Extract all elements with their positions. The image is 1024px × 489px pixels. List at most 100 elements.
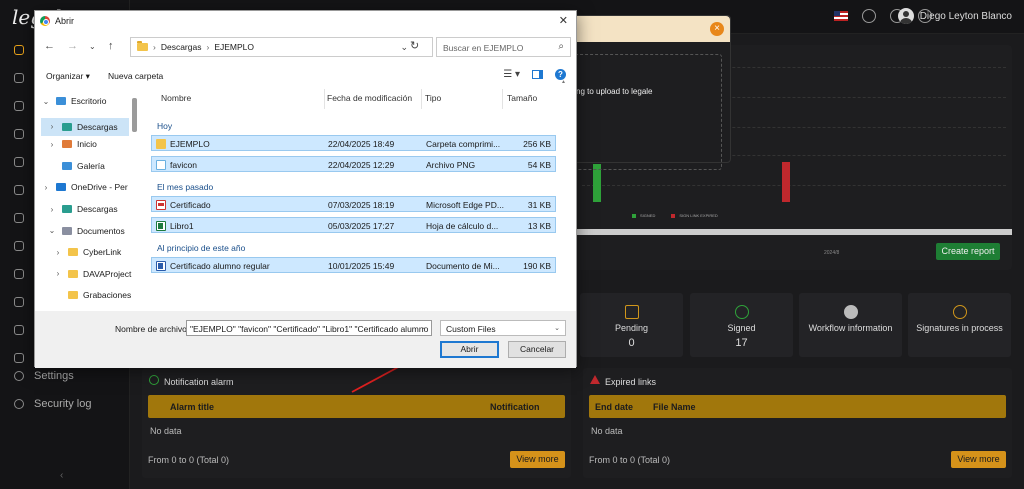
open-button[interactable]: Abrir (440, 341, 499, 358)
collapse-sidebar-icon[interactable]: ‹ (60, 470, 63, 481)
nav-tree-label: Descargas (77, 204, 118, 214)
close-icon[interactable]: × (710, 22, 724, 36)
column-header-name[interactable]: Nombre (161, 93, 191, 103)
nav-tree-item[interactable]: Galería (47, 161, 105, 171)
scrollbar-thumb[interactable] (132, 98, 137, 132)
up-arrow-icon[interactable]: ↑ (108, 40, 114, 52)
search-input[interactable]: Buscar en EJEMPLO ⌕ (436, 37, 571, 57)
stat-card-pending[interactable]: Pending 0 (580, 293, 683, 357)
stat-card-signed[interactable]: Signed 17 (690, 293, 793, 357)
forward-icon[interactable]: → (67, 40, 78, 52)
sidebar-item-settings[interactable]: Settings (14, 370, 74, 382)
file-date: 22/04/2025 18:49 (328, 139, 395, 149)
nav-tree-label: OneDrive - Per (71, 182, 128, 193)
pagination-info: From 0 to 0 (Total 0) (589, 455, 671, 465)
chevron-icon[interactable]: ⌄ (41, 97, 51, 106)
file-row[interactable]: Libro1 05/03/2025 17:27 Hoja de cálculo d.… (151, 217, 556, 233)
stat-label: Workflow information (808, 323, 893, 333)
filename-input[interactable]: "EJEMPLO" "favicon" "Certificado" "Libro… (186, 320, 432, 336)
file-size: 54 KB (527, 160, 551, 170)
dialog-navbar: ← → ⌄ ↑ › Descargas › EJEMPLO ⌄ ↻ Buscar… (35, 35, 576, 59)
stat-card-workflow[interactable]: Workflow information (799, 293, 902, 357)
nav-tree-item[interactable]: › DAVAProject (53, 269, 132, 279)
search-icon[interactable]: ⌕ (558, 41, 564, 52)
folder-icon (56, 183, 66, 192)
organize-button[interactable]: Organizar ▾ (46, 71, 90, 82)
nav-tree-item[interactable]: Grabaciones (53, 290, 131, 300)
chevron-icon[interactable]: › (53, 269, 63, 278)
pagination-info: From 0 to 0 (Total 0) (148, 455, 230, 465)
nav-tree-item[interactable]: › Descargas (41, 117, 129, 136)
hourglass-icon (624, 305, 639, 319)
file-row[interactable]: Certificado 07/03/2025 18:19 Microsoft Edg… (151, 196, 556, 212)
group-header[interactable]: El mes pasado (157, 182, 213, 192)
dialog-title: Abrir (55, 16, 75, 26)
chevron-down-icon: ⌄ (554, 325, 560, 332)
group-header[interactable]: Hoy (157, 121, 172, 131)
new-folder-button[interactable]: Nueva carpeta (108, 71, 163, 81)
column-header[interactable]: Notification (490, 402, 540, 412)
chevron-icon[interactable]: › (41, 183, 51, 192)
nav-tree-item[interactable]: › Inicio (47, 139, 97, 149)
view-more-button[interactable]: View more (951, 451, 1006, 468)
cancel-button[interactable]: Cancelar (508, 341, 566, 358)
sidebar-item-icon (14, 213, 24, 223)
folder-icon (68, 291, 78, 300)
nav-tree-item[interactable]: ⌄ Documentos (47, 226, 125, 236)
stat-label: Pending (614, 323, 649, 333)
nav-tree-item[interactable]: › CyberLink (53, 247, 122, 258)
column-header-type[interactable]: Tipo (425, 93, 441, 103)
chevron-icon[interactable]: › (47, 140, 57, 149)
support-icon[interactable] (862, 9, 876, 23)
nav-tree-label: Descargas (77, 121, 118, 132)
user-menu[interactable]: Diego Leyton Blanco (897, 8, 1012, 24)
breadcrumb-item[interactable]: Descargas (161, 42, 202, 52)
view-more-button[interactable]: View more (510, 451, 565, 468)
create-report-button[interactable]: Create report (936, 243, 1000, 260)
group-header[interactable]: Al principio de este año (157, 243, 245, 253)
column-header[interactable]: End date (595, 402, 633, 412)
legend-signed: SIGNED (632, 213, 655, 218)
filetype-select[interactable]: Custom Files ⌄ (440, 320, 566, 336)
chevron-down-icon[interactable]: ⌄ (89, 42, 96, 51)
chevron-icon[interactable]: ⌄ (47, 226, 57, 235)
stat-card-signatures[interactable]: Signatures in process (908, 293, 1011, 357)
chevron-down-icon[interactable]: ⌄ (421, 323, 427, 331)
preview-pane-icon[interactable] (532, 70, 543, 79)
column-header[interactable]: Alarm title (170, 402, 214, 412)
view-options-icon[interactable]: ☰ ▾ (503, 69, 520, 80)
chart-scrollbar[interactable] (577, 229, 1012, 235)
file-row[interactable]: EJEMPLO 22/04/2025 18:49 Carpeta comprimi.… (151, 135, 556, 151)
column-header-size[interactable]: Tamaño (507, 93, 537, 103)
file-list: Nombre Fecha de modificación Tipo Tamaño… (147, 89, 565, 311)
nav-tree-item[interactable]: › Descargas (47, 204, 118, 214)
sidebar-item-security-log[interactable]: Security log (14, 398, 91, 410)
nav-tree-item[interactable]: › OneDrive - Per (41, 182, 128, 192)
breadcrumb-item[interactable]: EJEMPLO (214, 42, 254, 52)
chevron-icon[interactable]: › (53, 248, 63, 257)
column-header-date[interactable]: Fecha de modificación (327, 93, 412, 103)
column-header[interactable]: File Name (653, 402, 696, 412)
folder-icon (56, 97, 66, 105)
file-list-scrollbar[interactable]: ▲ (560, 79, 569, 311)
scroll-up-icon[interactable]: ▲ (561, 79, 566, 85)
file-row[interactable]: Certificado alumno regular 10/01/2025 15:… (151, 257, 556, 273)
nav-tree-item[interactable]: ⌄ Escritorio (41, 96, 107, 106)
close-icon[interactable]: ✕ (559, 14, 568, 27)
folder-icon (62, 161, 72, 170)
nav-tree-label: CyberLink (83, 247, 122, 258)
address-bar[interactable]: › Descargas › EJEMPLO ⌄ (130, 37, 433, 57)
us-flag-icon[interactable] (834, 11, 848, 21)
back-icon[interactable]: ← (44, 40, 55, 52)
file-type: Microsoft Edge PD... (426, 200, 504, 210)
chart-x-label: 2024/8 (824, 250, 840, 256)
chevron-icon[interactable]: › (47, 205, 57, 214)
folder-icon (68, 269, 78, 278)
check-circle-icon (734, 305, 749, 319)
refresh-icon[interactable]: ↻ (410, 39, 419, 52)
chevron-down-icon[interactable]: ⌄ (400, 42, 408, 53)
dialog-titlebar[interactable]: Abrir ✕ (35, 11, 576, 31)
chevron-icon[interactable]: › (47, 122, 57, 131)
file-row[interactable]: favicon 22/04/2025 12:29 Archivo PNG 54 KB (151, 156, 556, 172)
upload-dropzone[interactable] (552, 54, 722, 170)
